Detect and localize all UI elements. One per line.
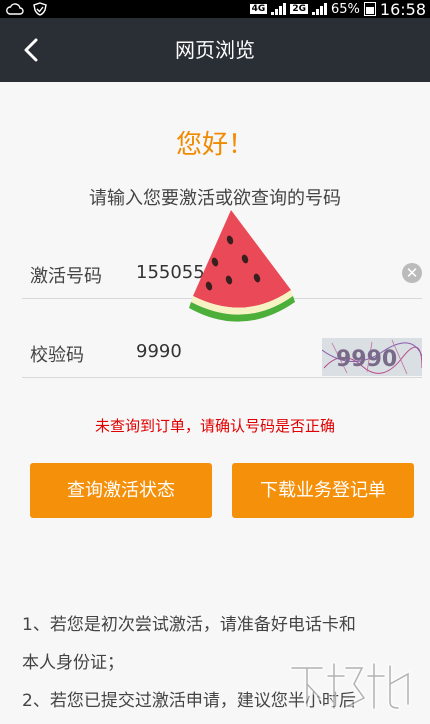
- download-registration-form-button[interactable]: 下载业务登记单: [232, 463, 414, 518]
- nav-title: 网页浏览: [175, 38, 255, 62]
- query-activation-status-button[interactable]: 查询激活状态: [30, 463, 212, 518]
- instruction-text: 请输入您要激活或欲查询的号码: [89, 188, 341, 209]
- activation-number-input[interactable]: [136, 262, 336, 283]
- captcha-label: 校验码: [30, 345, 84, 366]
- activation-number-row: 激活号码 ✕: [22, 252, 422, 299]
- battery-icon: [363, 2, 376, 16]
- captcha-input[interactable]: [136, 341, 336, 362]
- note-line: 2、若您已提交过激活申请，建议您半小时后: [22, 691, 356, 711]
- captcha-noise: 9990: [322, 339, 422, 375]
- error-message: 未查询到订单，请确认号码是否正确: [94, 417, 335, 435]
- note-line: 本人身份证；: [22, 653, 124, 673]
- clear-input-icon[interactable]: ✕: [402, 263, 422, 283]
- status-bar: 4G 2G 65% 16:58: [0, 0, 430, 19]
- captcha-text: 9990: [336, 347, 397, 372]
- chevron-left-icon: [24, 38, 38, 62]
- clock: 16:58: [379, 0, 426, 19]
- signal-icon-1: [271, 3, 287, 15]
- cloud-icon: [6, 3, 24, 15]
- activation-number-label: 激活号码: [30, 266, 102, 287]
- captcha-image[interactable]: 9990: [322, 338, 422, 376]
- nav-bar: 网页浏览: [0, 18, 430, 82]
- shield-check-icon: [33, 2, 47, 16]
- greeting-heading: 您好！: [175, 130, 254, 160]
- battery-percent: 65%: [330, 1, 360, 17]
- notes-section: 1、若您是初次尝试激活，请准备好电话卡和 本人身份证； 2、若您已提交过激活申请…: [22, 606, 422, 720]
- network-type-1: 4G: [249, 4, 268, 14]
- note-line: 1、若您是初次尝试激活，请准备好电话卡和: [22, 615, 356, 635]
- network-type-2: 2G: [290, 4, 308, 14]
- back-button[interactable]: [18, 37, 44, 63]
- signal-icon-2: [311, 3, 327, 15]
